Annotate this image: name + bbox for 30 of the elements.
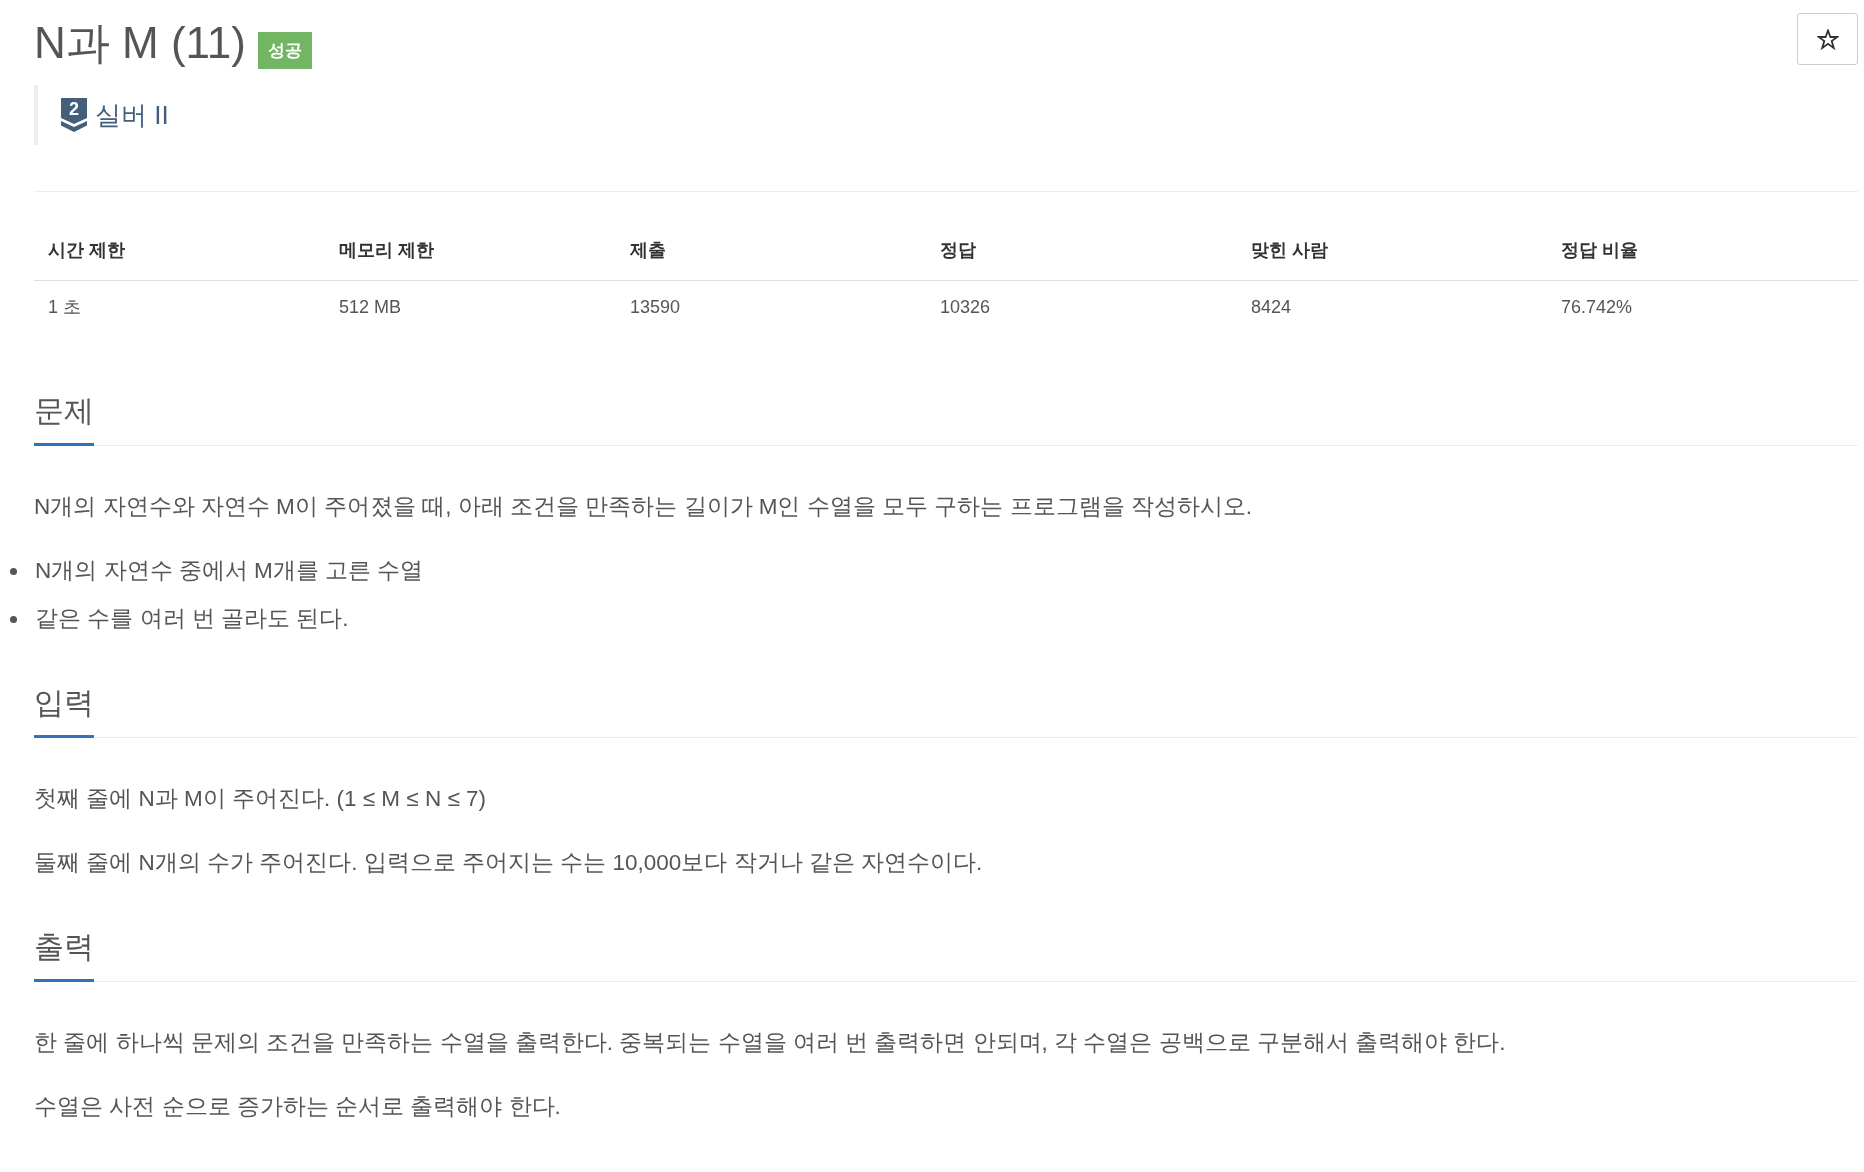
problem-title: N과 M (11): [34, 17, 246, 69]
column-header: 시간 제한: [48, 240, 125, 260]
bullet-icon: [10, 567, 17, 575]
column-header: 정답 비율: [1561, 240, 1638, 260]
section-heading: 문제: [34, 389, 94, 446]
column-header: 메모리 제한: [339, 240, 434, 260]
problem-text: 둘째 줄에 N개의 수가 주어진다. 입력으로 주어지는 수는 10,000보다 작거나 같은 자연수이다.: [34, 849, 983, 877]
table-cell: 1 초: [48, 296, 81, 317]
table-cell: 13590: [630, 296, 681, 317]
tier-label[interactable]: 실버 II: [95, 97, 169, 133]
status-badge: 성공: [257, 32, 312, 69]
table-cell: 76.742%: [1561, 296, 1633, 317]
list-item-text: 같은 수를 여러 번 골라도 된다.: [35, 605, 349, 633]
column-header: 제출: [630, 240, 666, 260]
column-header: 맞힌 사람: [1251, 240, 1328, 260]
problem-text: 수열은 사전 순으로 증가하는 순서로 출력해야 한다.: [34, 1093, 561, 1121]
problem-text: 첫째 줄에 N과 M이 주어진다. (1 ≤ M ≤ N ≤ 7): [34, 785, 487, 813]
bullet-icon: [10, 615, 17, 623]
tier-shield-badge: 2: [61, 98, 87, 132]
table-cell: 512 MB: [339, 296, 402, 317]
table-cell: 10326: [940, 296, 991, 317]
star-icon: [1816, 28, 1839, 50]
favorite-button[interactable]: [1797, 13, 1858, 65]
section-heading: 입력: [34, 681, 94, 738]
section-heading: 출력: [34, 925, 94, 982]
problem-text: N개의 자연수와 자연수 M이 주어졌을 때, 아래 조건을 만족하는 길이가 M인 수열을 모두 구하는 프로그램을 작성하시오.: [34, 493, 1252, 521]
table-cell: 8424: [1251, 296, 1292, 317]
list-item-text: N개의 자연수 중에서 M개를 고른 수열: [35, 557, 424, 585]
column-header: 정답: [940, 240, 976, 260]
problem-text: 한 줄에 하나씩 문제의 조건을 만족하는 수열을 출력한다. 중복되는 수열을 여러 번 출력하면 안되며, 각 수열은 공백으로 구분해서 출력해야 한다.: [34, 1029, 1506, 1057]
